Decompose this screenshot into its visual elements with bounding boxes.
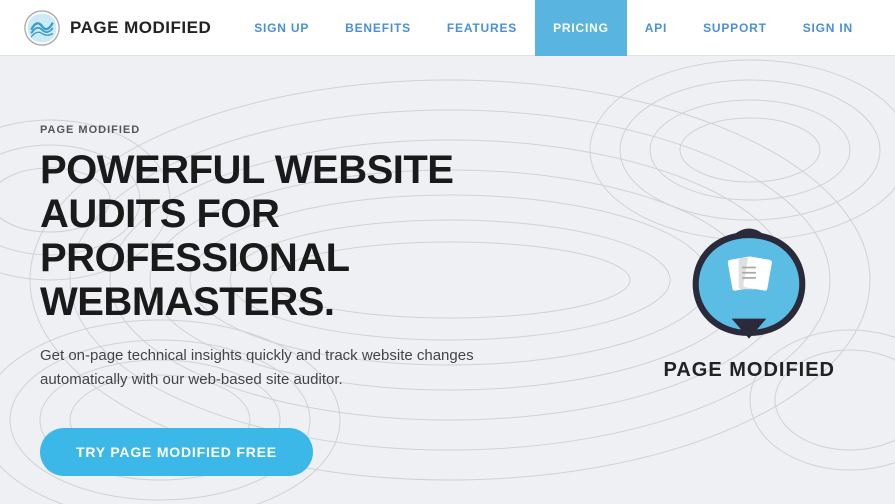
main-nav: SIGN UP BENEFITS FEATURES PRICING API SU… [236,0,871,56]
hero-section: PAGE MODIFIED SIGN UP BENEFITS FEATURES … [0,0,895,504]
hero-logo-icon [679,219,819,349]
logo-icon [24,10,60,46]
logo-area[interactable]: PAGE MODIFIED [24,10,211,46]
nav-item-signup[interactable]: SIGN UP [236,0,327,56]
hero-description: Get on-page technical insights quickly a… [40,344,500,392]
header: PAGE MODIFIED SIGN UP BENEFITS FEATURES … [0,0,895,56]
cta-button[interactable]: TRY PAGE MODIFIED FREE [40,428,313,476]
hero-right: PAGE MODIFIED [663,219,855,382]
brand-logo-large: PAGE MODIFIED [663,219,835,382]
hero-title: POWERFUL WEBSITE AUDITS FOR PROFESSIONAL… [40,148,560,324]
hero-brand-text: PAGE MODIFIED [663,359,835,382]
nav-item-support[interactable]: SUPPORT [685,0,785,56]
nav-item-api[interactable]: API [627,0,685,56]
hero-left: PAGE MODIFIED POWERFUL WEBSITE AUDITS FO… [40,124,560,476]
hero-content: PAGE MODIFIED POWERFUL WEBSITE AUDITS FO… [0,56,895,504]
logo-text: PAGE MODIFIED [70,18,211,38]
nav-item-features[interactable]: FEATURES [429,0,535,56]
nav-item-benefits[interactable]: BENEFITS [327,0,429,56]
nav-item-signin[interactable]: SIGN IN [785,0,871,56]
nav-item-pricing[interactable]: PRICING [535,0,627,56]
hero-subtitle: PAGE MODIFIED [40,124,560,136]
